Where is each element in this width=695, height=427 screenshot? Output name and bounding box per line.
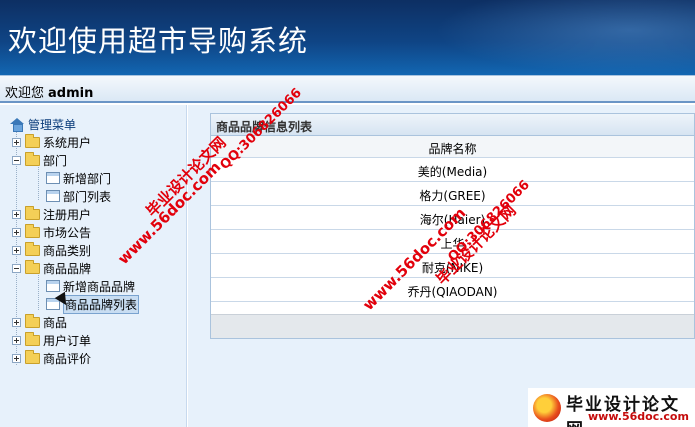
expand-icon[interactable] <box>12 227 21 237</box>
sidebar-menu: 管理菜单 系统用户 部门 新增部门 部门列表 注册用户 市场公告 商品类别 商品… <box>0 105 187 427</box>
sidebar-item-label: 注册用户 <box>43 207 92 222</box>
sidebar-item-department[interactable]: 部门 <box>12 151 67 169</box>
sidebar-item-label: 商品品牌 <box>43 261 92 276</box>
sidebar-item-product-brand[interactable]: 商品品牌 <box>12 259 91 277</box>
folder-icon <box>25 133 40 148</box>
expand-icon[interactable] <box>12 353 21 363</box>
site-logo: 毕业设计论文网 www.56doc.com <box>528 388 695 427</box>
page-icon <box>46 190 60 202</box>
folder-icon <box>25 331 40 346</box>
page-icon <box>46 280 60 292</box>
folder-icon <box>25 151 40 166</box>
sidebar-item-product-reviews[interactable]: 商品评价 <box>12 349 91 367</box>
page-icon <box>46 172 60 184</box>
sidebar-item-label: 商品 <box>43 315 68 330</box>
column-header: 品牌名称 <box>211 136 694 158</box>
header-glow <box>435 0 695 75</box>
sidebar-item-add-brand[interactable]: 新增商品品牌 <box>46 277 135 295</box>
sidebar-item-label: 部门列表 <box>63 189 112 204</box>
sidebar-item-label: 商品品牌列表 <box>63 294 140 314</box>
sidebar-item-label: 系统用户 <box>43 135 92 150</box>
sidebar-item-registered-users[interactable]: 注册用户 <box>12 205 91 223</box>
collapse-icon[interactable] <box>12 263 21 273</box>
sidebar-item-department-list[interactable]: 部门列表 <box>46 187 111 205</box>
expand-icon[interactable] <box>12 317 21 327</box>
welcome-text: 欢迎您 admin <box>5 82 93 101</box>
welcome-username: admin <box>48 86 94 101</box>
sidebar-item-label: 用户订单 <box>43 333 92 348</box>
expand-icon[interactable] <box>12 137 21 147</box>
sidebar-item-label: 商品评价 <box>43 351 92 366</box>
logo-icon <box>533 394 561 422</box>
menu-root[interactable]: 管理菜单 <box>10 115 76 133</box>
sidebar-item-label: 商品类别 <box>43 243 92 258</box>
welcome-prefix: 欢迎您 <box>5 86 45 101</box>
table-row[interactable]: 格力(GREE) <box>211 182 694 206</box>
home-icon <box>10 117 25 132</box>
folder-icon <box>25 349 40 364</box>
app-header: 欢迎使用超市导购系统 <box>0 0 695 75</box>
expand-icon[interactable] <box>12 245 21 255</box>
sidebar-item-market-notice[interactable]: 市场公告 <box>12 223 91 241</box>
logo-url: www.56doc.com <box>588 410 689 423</box>
expand-icon[interactable] <box>12 335 21 345</box>
sidebar-item-label: 新增商品品牌 <box>63 279 136 294</box>
sidebar-item-add-department[interactable]: 新增部门 <box>46 169 111 187</box>
sidebar-item-label: 新增部门 <box>63 171 112 186</box>
expand-icon[interactable] <box>12 209 21 219</box>
table-row[interactable]: 美的(Media) <box>211 158 694 182</box>
folder-icon <box>25 313 40 328</box>
tree-guide-line <box>38 165 39 200</box>
welcome-bar: 欢迎您 admin <box>0 75 695 103</box>
collapse-icon[interactable] <box>12 155 21 165</box>
menu-root-label: 管理菜单 <box>28 117 77 132</box>
folder-icon <box>25 241 40 256</box>
sidebar-item-label: 部门 <box>43 153 68 168</box>
sidebar-item-user-orders[interactable]: 用户订单 <box>12 331 91 349</box>
sidebar-item-product-category[interactable]: 商品类别 <box>12 241 91 259</box>
folder-icon <box>25 223 40 238</box>
folder-icon <box>25 205 40 220</box>
sidebar-item-product[interactable]: 商品 <box>12 313 67 331</box>
sidebar-item-label: 市场公告 <box>43 225 92 240</box>
sidebar-item-system-users[interactable]: 系统用户 <box>12 133 91 151</box>
folder-icon <box>25 259 40 274</box>
panel-footer <box>211 314 694 338</box>
tree-guide-line <box>38 275 39 310</box>
app-title: 欢迎使用超市导购系统 <box>8 24 309 58</box>
